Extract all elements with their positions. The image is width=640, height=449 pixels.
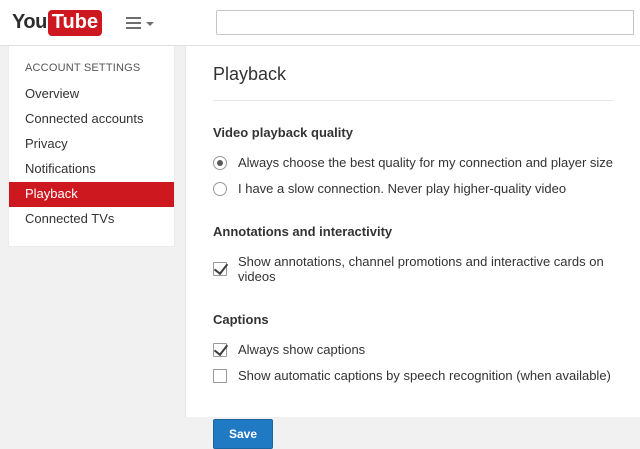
section-annotations: Annotations and interactivity Show annot…	[213, 224, 614, 284]
sidebar-title: ACCOUNT SETTINGS	[25, 62, 141, 74]
option-label: Show annotations, channel promotions and…	[238, 254, 604, 284]
checkbox-option-automatic-captions[interactable]: Show automatic captions by speech recogn…	[213, 368, 614, 383]
search-input[interactable]	[216, 10, 634, 35]
section-heading: Captions	[213, 312, 269, 327]
radio-option-slow-connection[interactable]: I have a slow connection. Never play hig…	[213, 181, 614, 196]
sidebar-item-overview[interactable]: Overview	[9, 82, 174, 107]
sidebar-item-connected-accounts[interactable]: Connected accounts	[9, 107, 174, 132]
section-captions: Captions Always show captions Show autom…	[213, 312, 614, 383]
guide-menu-button[interactable]	[126, 14, 155, 32]
checkbox-option-always-show-captions[interactable]: Always show captions	[213, 342, 614, 357]
checkbox-option-show-annotations[interactable]: Show annotations, channel promotions and…	[213, 254, 614, 284]
chevron-down-icon	[146, 21, 155, 26]
checkbox-checked-icon[interactable]	[213, 262, 227, 276]
checkbox-checked-icon[interactable]	[213, 342, 227, 357]
section-heading: Annotations and interactivity	[213, 224, 393, 239]
radio-option-best-quality[interactable]: Always choose the best quality for my co…	[213, 155, 614, 170]
checkbox-unchecked-icon[interactable]	[213, 368, 227, 383]
youtube-logo[interactable]: You Tube	[12, 9, 103, 36]
playback-settings-panel: Playback Video playback quality Always c…	[185, 46, 640, 449]
sidebar-item-privacy[interactable]: Privacy	[9, 132, 174, 157]
page-title: Playback	[213, 64, 614, 101]
option-label: Always show captions	[238, 342, 366, 357]
sidebar-item-notifications[interactable]: Notifications	[9, 157, 174, 182]
top-bar: You Tube	[0, 0, 640, 46]
option-label: Show automatic captions by speech recogn…	[238, 368, 611, 383]
radio-checked-icon[interactable]	[213, 155, 227, 170]
settings-sidebar: ACCOUNT SETTINGS Overview Connected acco…	[8, 46, 175, 247]
option-label: I have a slow connection. Never play hig…	[238, 181, 567, 196]
sidebar-item-connected-tvs[interactable]: Connected TVs	[9, 207, 174, 232]
logo-text-you: You	[12, 11, 47, 33]
section-video-playback-quality: Video playback quality Always choose the…	[213, 125, 614, 196]
content-area: ACCOUNT SETTINGS Overview Connected acco…	[0, 46, 640, 449]
save-button[interactable]: Save	[213, 419, 274, 449]
radio-unchecked-icon[interactable]	[213, 181, 227, 196]
section-heading: Video playback quality	[213, 125, 353, 140]
hamburger-icon	[126, 14, 142, 32]
sidebar-item-playback[interactable]: Playback	[9, 182, 174, 207]
logo-text-tube: Tube	[47, 9, 103, 36]
option-label: Always choose the best quality for my co…	[238, 155, 614, 170]
